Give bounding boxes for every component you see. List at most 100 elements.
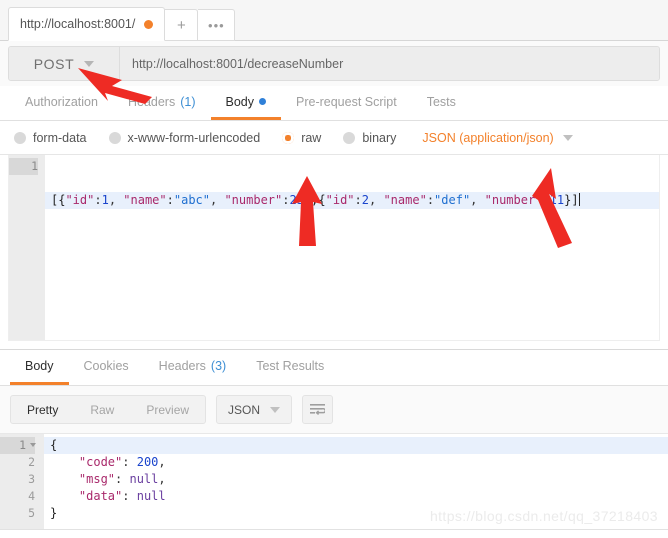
fold-toggle-icon[interactable] xyxy=(30,443,36,447)
gutter-line-number: 3 xyxy=(28,472,35,486)
json-token: : xyxy=(122,455,137,469)
json-token: : xyxy=(426,193,435,207)
content-type-label: JSON (application/json) xyxy=(422,130,554,145)
json-token: "number" xyxy=(224,193,283,207)
word-wrap-button[interactable] xyxy=(302,395,334,424)
response-tab-test-results[interactable]: Test Results xyxy=(241,350,339,385)
json-token: 23 xyxy=(289,193,304,207)
tab-pre-request-script[interactable]: Pre-request Script xyxy=(281,86,412,120)
tab-pre-request-script-label: Pre-request Script xyxy=(296,94,397,109)
json-token: 11 xyxy=(549,193,565,207)
response-json-line: "msg": null, xyxy=(50,471,668,488)
json-token: : xyxy=(166,193,174,207)
chevron-down-icon xyxy=(270,406,281,413)
response-json-line: "code": 200, xyxy=(50,454,668,471)
response-view-mode-group: Pretty Raw Preview xyxy=(10,395,207,424)
watermark-text: https://blog.csdn.net/qq_37218403 xyxy=(429,508,658,524)
json-token: "abc" xyxy=(173,193,210,207)
request-url-group: POST http://localhost:8001/decreaseNumbe… xyxy=(8,46,660,81)
radio-icon xyxy=(14,131,26,144)
body-mode-raw-label: raw xyxy=(301,130,322,145)
json-token: },{ xyxy=(303,193,326,207)
new-tab-button[interactable]: + xyxy=(165,9,199,41)
gutter-line-number: 2 xyxy=(28,455,35,469)
tab-headers[interactable]: Headers (1) xyxy=(113,86,211,120)
response-section-tabs: Body Cookies Headers (3) Test Results xyxy=(0,350,668,386)
json-token: , xyxy=(369,193,384,207)
radio-icon xyxy=(108,131,121,144)
unsaved-changes-dot-icon xyxy=(144,19,154,29)
tab-authorization-label: Authorization xyxy=(25,94,98,109)
tab-headers-label: Headers xyxy=(127,94,176,109)
body-mode-urlencoded[interactable]: x-www-form-urlencoded xyxy=(108,130,261,145)
chevron-down-icon xyxy=(562,134,573,141)
json-token: : xyxy=(122,489,137,503)
json-token: "code" xyxy=(78,455,123,469)
view-mode-preview[interactable]: Preview xyxy=(130,396,205,423)
tab-tests[interactable]: Tests xyxy=(412,86,471,120)
response-tab-headers[interactable]: Headers (3) xyxy=(144,350,242,385)
gutter-line-number: 1 xyxy=(9,158,38,175)
request-tab-active[interactable]: http://localhost:8001/ xyxy=(8,7,166,41)
json-token: : xyxy=(94,193,102,207)
request-json-line: [{"id":1, "name":"abc", "number":23},{"i… xyxy=(45,192,659,209)
body-mode-raw[interactable]: raw xyxy=(282,131,321,145)
http-method-label: POST xyxy=(33,55,75,72)
response-tab-cookies[interactable]: Cookies xyxy=(69,350,144,385)
request-url-row: POST http://localhost:8001/decreaseNumbe… xyxy=(0,41,668,86)
json-token: 200 xyxy=(136,455,159,469)
response-tab-headers-count: (3) xyxy=(210,359,227,373)
request-editor-code[interactable]: [{"id":1, "name":"abc", "number":23},{"i… xyxy=(45,155,659,340)
tab-body[interactable]: Body xyxy=(210,86,281,120)
content-type-selector[interactable]: JSON (application/json) xyxy=(422,130,573,145)
json-token: "name" xyxy=(123,193,167,207)
request-tab-label: http://localhost:8001/ xyxy=(20,17,136,31)
json-token: "id" xyxy=(65,193,95,207)
tab-body-label: Body xyxy=(225,94,255,109)
tab-authorization[interactable]: Authorization xyxy=(10,86,113,120)
http-method-selector[interactable]: POST xyxy=(9,47,120,80)
json-token: 2 xyxy=(361,193,369,207)
json-token: "data" xyxy=(78,489,123,503)
radio-selected-icon xyxy=(282,131,295,144)
response-tab-headers-label: Headers xyxy=(158,359,206,373)
tab-tests-label: Tests xyxy=(426,94,456,109)
word-wrap-icon xyxy=(310,404,326,415)
request-editor-gutter: 1 xyxy=(9,155,45,340)
json-token: "id" xyxy=(325,193,355,207)
response-tab-cookies-label: Cookies xyxy=(83,359,129,373)
json-token: [{ xyxy=(51,193,66,207)
json-token: "msg" xyxy=(78,472,116,486)
json-token: { xyxy=(50,438,58,452)
body-mode-binary[interactable]: binary xyxy=(343,131,396,145)
gutter-line-number: 1 xyxy=(0,437,36,454)
response-editor-gutter: 1 2 3 4 5 xyxy=(0,434,44,538)
body-mode-form-data-label: form-data xyxy=(33,130,87,145)
body-present-dot-icon xyxy=(259,98,266,105)
json-token: "name" xyxy=(383,193,427,207)
body-mode-row: form-data x-www-form-urlencoded raw bina… xyxy=(0,121,668,155)
response-json-line: { xyxy=(44,437,668,454)
response-tab-body-label: Body xyxy=(25,359,54,373)
json-token: , xyxy=(470,193,485,207)
json-token: : xyxy=(354,193,362,207)
response-tab-body[interactable]: Body xyxy=(10,350,69,385)
request-url-input[interactable]: http://localhost:8001/decreaseNumber xyxy=(120,47,659,80)
response-format-label: JSON xyxy=(228,402,261,417)
json-token: 1 xyxy=(101,193,109,207)
json-token: , xyxy=(158,455,166,469)
body-mode-form-data[interactable]: form-data xyxy=(14,131,87,145)
response-toolbar: Pretty Raw Preview JSON xyxy=(0,395,668,433)
tab-options-button[interactable]: ••• xyxy=(198,9,236,41)
request-body-editor-wrap: 1 [{"id":1, "name":"abc", "number":23},{… xyxy=(0,155,668,349)
view-mode-raw[interactable]: Raw xyxy=(74,396,130,423)
view-mode-pretty[interactable]: Pretty xyxy=(11,396,74,423)
request-body-editor[interactable]: 1 [{"id":1, "name":"abc", "number":23},{… xyxy=(8,155,660,341)
response-format-selector[interactable]: JSON xyxy=(216,395,293,424)
body-mode-urlencoded-label: x-www-form-urlencoded xyxy=(127,130,261,145)
text-caret xyxy=(578,193,580,206)
body-mode-binary-label: binary xyxy=(362,130,397,145)
json-token: null xyxy=(129,472,159,486)
json-token: } xyxy=(50,506,58,520)
json-token: "def" xyxy=(434,193,471,207)
